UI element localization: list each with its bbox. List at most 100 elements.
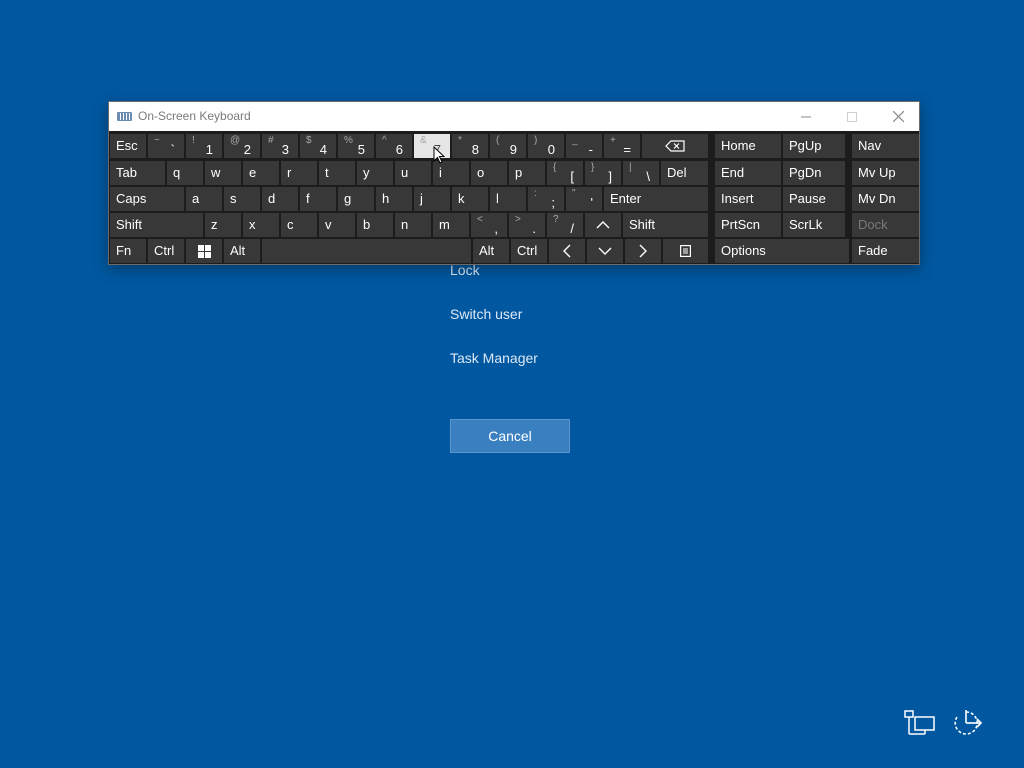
key-fn[interactable]: Fn bbox=[110, 239, 146, 263]
key-scrlk[interactable]: ScrLk bbox=[783, 213, 845, 237]
key-enter[interactable]: Enter bbox=[604, 187, 708, 211]
key-z[interactable]: z bbox=[205, 213, 241, 237]
titlebar[interactable]: On-Screen Keyboard bbox=[109, 102, 919, 131]
key-slash[interactable]: ? / bbox=[547, 213, 583, 237]
key-semicolon[interactable]: :; bbox=[528, 187, 564, 211]
key-u[interactable]: u bbox=[395, 161, 431, 185]
key-ctrl-left[interactable]: Ctrl bbox=[148, 239, 184, 263]
switch-user-link[interactable]: Switch user bbox=[450, 306, 522, 322]
key-caps[interactable]: Caps bbox=[110, 187, 184, 211]
key-p[interactable]: p bbox=[509, 161, 545, 185]
key-i[interactable]: i bbox=[433, 161, 469, 185]
key-alt-right[interactable]: Alt bbox=[473, 239, 509, 263]
key-end[interactable]: End bbox=[715, 161, 781, 185]
key-label: - bbox=[588, 142, 593, 157]
key-backspace[interactable] bbox=[642, 134, 708, 158]
key-j[interactable]: j bbox=[414, 187, 450, 211]
key-quote[interactable]: " ' bbox=[566, 187, 602, 211]
key-7[interactable]: & 7 bbox=[414, 134, 450, 158]
key-e[interactable]: e bbox=[243, 161, 279, 185]
key-insert[interactable]: Insert bbox=[715, 187, 781, 211]
key-shift-symbol: # bbox=[268, 135, 274, 146]
maximize-button[interactable] bbox=[829, 102, 875, 131]
key-comma[interactable]: <, bbox=[471, 213, 507, 237]
key-equals[interactable]: + = bbox=[604, 134, 640, 158]
close-button[interactable] bbox=[875, 102, 921, 131]
key-close-bracket[interactable]: }] bbox=[585, 161, 621, 185]
key-windows[interactable] bbox=[186, 239, 222, 263]
key-options[interactable]: Options bbox=[715, 239, 849, 263]
key-minus[interactable]: _ - bbox=[566, 134, 602, 158]
key-shift-left[interactable]: Shift bbox=[110, 213, 203, 237]
key-tab[interactable]: Tab bbox=[110, 161, 165, 185]
key-label: ' bbox=[590, 195, 593, 210]
key-s[interactable]: s bbox=[224, 187, 260, 211]
key-m[interactable]: m bbox=[433, 213, 469, 237]
key-r[interactable]: r bbox=[281, 161, 317, 185]
key-pgdn[interactable]: PgDn bbox=[783, 161, 845, 185]
key-mvup[interactable]: Mv Up bbox=[852, 161, 919, 185]
key-t[interactable]: t bbox=[319, 161, 355, 185]
key-4[interactable]: $4 bbox=[300, 134, 336, 158]
key-5[interactable]: % 5 bbox=[338, 134, 374, 158]
key-esc[interactable]: Esc bbox=[110, 134, 146, 158]
key-left[interactable] bbox=[549, 239, 585, 263]
key-6[interactable]: ^ 6 bbox=[376, 134, 412, 158]
key-down[interactable] bbox=[587, 239, 623, 263]
key-x[interactable]: x bbox=[243, 213, 279, 237]
key-ctrl-right[interactable]: Ctrl bbox=[511, 239, 547, 263]
key-b[interactable]: b bbox=[357, 213, 393, 237]
key-del[interactable]: Del bbox=[661, 161, 708, 185]
key-label: Pause bbox=[789, 191, 826, 206]
key-f[interactable]: f bbox=[300, 187, 336, 211]
cancel-button[interactable]: Cancel bbox=[450, 419, 570, 453]
key-backslash[interactable]: | \ bbox=[623, 161, 659, 185]
key-d[interactable]: d bbox=[262, 187, 298, 211]
key-o[interactable]: o bbox=[471, 161, 507, 185]
key-a[interactable]: a bbox=[186, 187, 222, 211]
key-label: Home bbox=[721, 138, 756, 153]
minimize-button[interactable] bbox=[783, 102, 829, 131]
key-prtscn[interactable]: PrtScn bbox=[715, 213, 781, 237]
key-q[interactable]: q bbox=[167, 161, 203, 185]
key-g[interactable]: g bbox=[338, 187, 374, 211]
key-l[interactable]: l bbox=[490, 187, 526, 211]
key-n[interactable]: n bbox=[395, 213, 431, 237]
key-period[interactable]: >. bbox=[509, 213, 545, 237]
key-0[interactable]: ) 0 bbox=[528, 134, 564, 158]
key-3[interactable]: #3 bbox=[262, 134, 298, 158]
key-nav[interactable]: Nav bbox=[852, 134, 919, 158]
task-manager-link[interactable]: Task Manager bbox=[450, 350, 538, 366]
network-button[interactable] bbox=[903, 706, 937, 740]
key-mvdn[interactable]: Mv Dn bbox=[852, 187, 919, 211]
key-label: \ bbox=[646, 169, 650, 184]
key-dock[interactable]: Dock bbox=[852, 213, 919, 237]
key-label: q bbox=[173, 165, 181, 180]
key-label: PgDn bbox=[789, 165, 822, 180]
key-fade[interactable]: Fade bbox=[852, 239, 919, 263]
power-ease-button[interactable] bbox=[950, 706, 984, 740]
key-shift-right[interactable]: Shift bbox=[623, 213, 708, 237]
key-open-bracket[interactable]: {[ bbox=[547, 161, 583, 185]
key-label: a bbox=[192, 191, 200, 206]
key-pgup[interactable]: PgUp bbox=[783, 134, 845, 158]
key-k[interactable]: k bbox=[452, 187, 488, 211]
key-space[interactable] bbox=[262, 239, 471, 263]
key-1[interactable]: ! 1 bbox=[186, 134, 222, 158]
key-v[interactable]: v bbox=[319, 213, 355, 237]
key-8[interactable]: * 8 bbox=[452, 134, 488, 158]
key-w[interactable]: w bbox=[205, 161, 241, 185]
key-label: n bbox=[401, 217, 409, 232]
key-alt-left[interactable]: Alt bbox=[224, 239, 260, 263]
key-up[interactable] bbox=[585, 213, 621, 237]
key-h[interactable]: h bbox=[376, 187, 412, 211]
key-pause[interactable]: Pause bbox=[783, 187, 845, 211]
key-y[interactable]: y bbox=[357, 161, 393, 185]
key-9[interactable]: (9 bbox=[490, 134, 526, 158]
key-home[interactable]: Home bbox=[715, 134, 781, 158]
key-backtick[interactable]: ~ ` bbox=[148, 134, 184, 158]
key-2[interactable]: @2 bbox=[224, 134, 260, 158]
key-menu[interactable] bbox=[663, 239, 708, 263]
key-right[interactable] bbox=[625, 239, 661, 263]
key-c[interactable]: c bbox=[281, 213, 317, 237]
